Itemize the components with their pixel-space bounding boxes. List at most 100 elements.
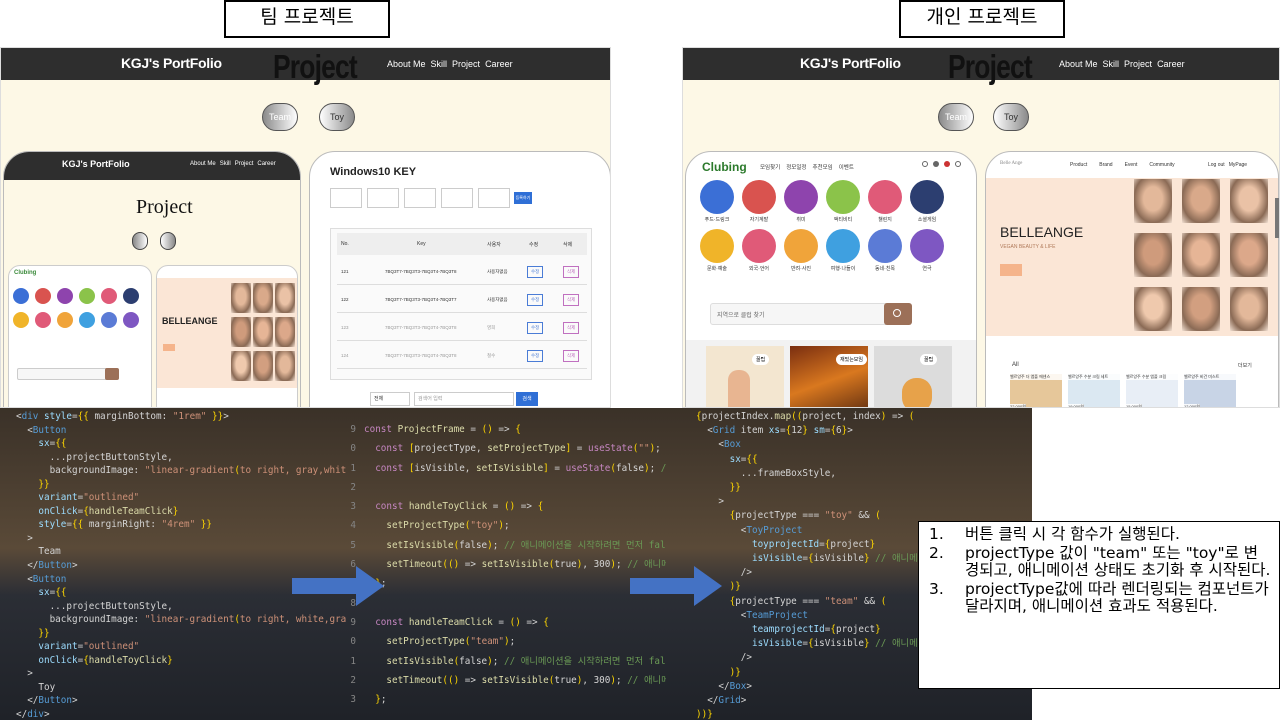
code-right-lines: {projectIndex.map((project, index) => ( … (696, 410, 935, 720)
category-item[interactable]: 푸드·드링크 (700, 180, 734, 223)
category-item[interactable] (79, 312, 95, 328)
club-thumb-bear (902, 378, 932, 407)
club-search-button[interactable] (884, 303, 912, 325)
inner-nav-project: Project (234, 161, 254, 167)
code-line: setProjectType("team"); (386, 636, 516, 648)
code-line: Team (16, 546, 61, 558)
category-item[interactable]: 자기계발 (742, 180, 776, 223)
category-item[interactable] (13, 288, 29, 304)
category-icon (101, 312, 117, 328)
nav-skill-right[interactable]: Skill (1103, 59, 1120, 69)
table-cell: 사용자없음 (487, 269, 508, 274)
belleange-cta-button[interactable] (1000, 264, 1022, 276)
category-item[interactable] (101, 288, 117, 304)
line-number: 0 (350, 636, 356, 648)
product-card[interactable]: 벨르앙주 더 앰플 에센스 22,000원 (1010, 374, 1062, 407)
category-item[interactable]: 여행·나들이 (826, 229, 860, 272)
model-photo (1230, 287, 1268, 331)
register-button[interactable]: 등록하기 (514, 192, 532, 204)
table-cell: 121 (341, 269, 349, 274)
edit-button[interactable]: 수정 (527, 266, 544, 278)
key-segment-input[interactable] (367, 188, 399, 208)
brand-logo-right[interactable]: KGJ's PortFolio (800, 55, 901, 71)
project-card-portfolio[interactable]: KGJ's PortFolio About Me Skill Project C… (3, 151, 301, 407)
th-key: Key (417, 241, 426, 247)
key-segment-input[interactable] (330, 188, 362, 208)
product-card[interactable]: 벨르앙주 비건 미스트 12,000원 (1184, 374, 1236, 407)
delete-button[interactable]: 삭제 (563, 294, 580, 306)
project-card-windows-key[interactable]: Windows10 KEY 등록하기 No. Key 사용자 수정 삭제 121… (309, 151, 610, 407)
edit-button[interactable]: 수정 (527, 350, 544, 362)
code-middle-lines: const ProjectFrame = () => { const [proj… (364, 420, 666, 709)
nav-about-right[interactable]: About Me (1059, 59, 1098, 69)
category-item[interactable]: 챌린지 (868, 180, 902, 223)
code-line: </Button> (16, 695, 78, 707)
belleange-logout: Log out (1208, 162, 1225, 168)
category-item[interactable]: 동네·친목 (868, 229, 902, 272)
nav-links-right: About Me Skill Project Career (1059, 59, 1185, 69)
category-item[interactable] (57, 288, 73, 304)
category-item[interactable] (57, 312, 73, 328)
scrollbar-right[interactable] (1275, 198, 1279, 238)
category-item[interactable] (35, 288, 51, 304)
nav-career[interactable]: Career (485, 59, 513, 69)
project-card-belleange[interactable]: Belle Ange Product Brand Event Community… (985, 151, 1279, 408)
nav-career-right[interactable]: Career (1157, 59, 1185, 69)
category-item[interactable] (123, 288, 139, 304)
table-cell: 7BQ3T7-7BQ3T3-7BQ3T4-7BQ3T7 (385, 297, 457, 302)
toy-button[interactable]: Toy (319, 103, 355, 131)
key-segment-input[interactable] (404, 188, 436, 208)
nav-skill[interactable]: Skill (431, 59, 448, 69)
line-number: 9 (350, 424, 356, 435)
belleange-more-link[interactable]: 더보기 (1238, 362, 1252, 369)
product-card[interactable]: 벨르앙주 수분 크림 세트 19,000원 (1068, 374, 1120, 407)
search-input[interactable]: 검색어 입력 (414, 392, 514, 406)
navbar-right: KGJ's PortFolio Project About Me Skill P… (683, 48, 1279, 85)
category-item[interactable]: 연극 (910, 229, 944, 272)
edit-button[interactable]: 수정 (527, 294, 544, 306)
model-photo (275, 351, 295, 381)
category-icon (13, 312, 29, 328)
toy-button-right[interactable]: Toy (993, 103, 1029, 131)
code-middle-editor: 901234567890123 const ProjectFrame = () … (346, 408, 666, 720)
category-item[interactable]: 반려·사진 (784, 229, 818, 272)
brand-logo[interactable]: KGJ's PortFolio (121, 55, 222, 71)
search-button[interactable]: 검색 (516, 392, 538, 406)
category-item[interactable] (101, 312, 117, 328)
nav-project-right[interactable]: Project (1124, 59, 1152, 69)
th-no: No. (341, 241, 349, 247)
scrollbar[interactable] (610, 198, 611, 238)
category-item[interactable] (35, 312, 51, 328)
team-button-right[interactable]: Team (938, 103, 974, 131)
category-item[interactable] (79, 288, 95, 304)
category-item[interactable]: 소셜게임 (910, 180, 944, 223)
edit-button[interactable]: 수정 (527, 322, 544, 334)
category-item[interactable]: 외국·언어 (742, 229, 776, 272)
key-segment-input[interactable] (441, 188, 473, 208)
product-price: 15,000원 (1126, 404, 1142, 408)
category-item[interactable]: 문화·예술 (700, 229, 734, 272)
category-item[interactable]: 취미 (784, 180, 818, 223)
nav-about[interactable]: About Me (387, 59, 426, 69)
category-label: 동네·친목 (874, 266, 896, 272)
inner-nav: About Me Skill Project Career (190, 161, 276, 167)
product-name: 벨르앙주 수분 크림 세트 (1068, 374, 1120, 380)
team-button[interactable]: Team (262, 103, 298, 131)
project-card-clubbing[interactable]: Clubing 모임찾기 정모일정 추천모임 이벤트 푸드·드링크 자기계발 취미 액… (685, 151, 977, 407)
code-line: const handleToyClick = () => { (375, 501, 544, 513)
key-segment-input[interactable] (478, 188, 510, 208)
delete-button[interactable]: 삭제 (563, 322, 580, 334)
club-search-bar[interactable]: 지역으로 클럽 찾기 (710, 303, 910, 325)
product-card[interactable]: 벨르앙주 수분 앰플 크림 15,000원 (1126, 374, 1178, 408)
delete-button[interactable]: 삭제 (563, 266, 580, 278)
category-item[interactable]: 액티비티 (826, 180, 860, 223)
delete-button[interactable]: 삭제 (563, 350, 580, 362)
mini-search-icon (105, 368, 119, 380)
product-name: 벨르앙주 비건 미스트 (1184, 374, 1236, 380)
nav-project[interactable]: Project (452, 59, 480, 69)
search-select[interactable]: 전체 (370, 392, 410, 406)
category-item[interactable] (13, 312, 29, 328)
table-cell: 철수 (487, 353, 496, 358)
th-edit: 수정 (529, 242, 539, 248)
category-item[interactable] (123, 312, 139, 328)
